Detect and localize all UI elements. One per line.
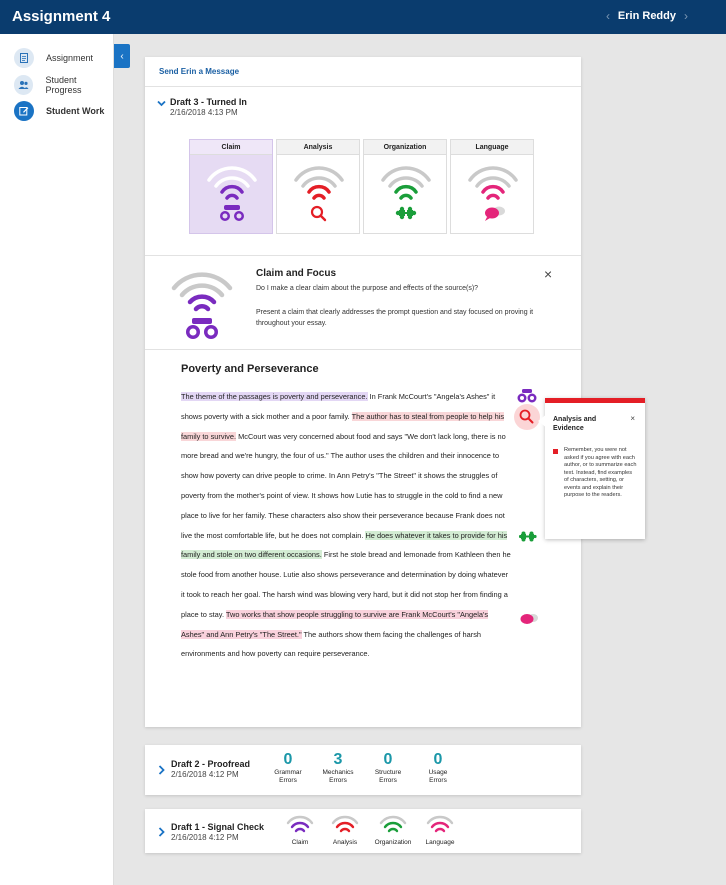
signal-label: Language	[425, 839, 455, 846]
speech-bubble-icon	[485, 206, 505, 221]
stat-label: Mechanics	[322, 769, 354, 776]
focus-question: Do I make a clear claim about the purpos…	[256, 285, 479, 292]
essay-body: The theme of the passages is poverty and…	[181, 387, 511, 664]
draft-title[interactable]: Draft 3 - Turned In	[170, 97, 247, 107]
tile-label: Analysis	[277, 140, 359, 155]
divider	[145, 86, 581, 87]
chevron-right-icon[interactable]	[158, 824, 165, 842]
sidebar-item-student-progress[interactable]: Student Progress	[14, 73, 113, 97]
stat-label: Grammar	[274, 769, 302, 776]
next-student-button[interactable]: ›	[684, 9, 688, 23]
popup-pointer	[538, 414, 547, 428]
collapse-sidebar-button[interactable]: ‹	[114, 44, 130, 68]
tile-organization[interactable]: Organization	[363, 139, 447, 234]
analysis-evidence-popup: Analysis and Evidence × Remember, you we…	[545, 398, 645, 539]
draft-1-card[interactable]: Draft 1 - Signal Check 2/16/2018 4:12 PM…	[145, 809, 581, 853]
analysis-signal-icon	[294, 166, 344, 222]
binoculars-icon[interactable]	[517, 389, 537, 403]
essay-text: First he stole bread and lemonade from K…	[181, 550, 511, 619]
popup-text: Remember, you were not asked if you agre…	[564, 447, 637, 498]
draft-title[interactable]: Draft 1 - Signal Check	[171, 822, 264, 832]
signal-claim: Claim	[278, 814, 322, 846]
student-name[interactable]: Erin Reddy	[618, 10, 676, 22]
usage-errors: 0 Usage Errors	[413, 751, 463, 785]
stat-label: Errors	[329, 777, 347, 784]
close-focus-button[interactable]: ×	[544, 266, 552, 282]
stat-label: Usage	[428, 769, 448, 776]
divider	[145, 255, 581, 256]
tile-label: Language	[451, 140, 533, 155]
top-bar: Assignment 4 ‹ Erin Reddy ›	[0, 0, 726, 34]
stat-value: 0	[383, 751, 393, 768]
essay-title: Poverty and Perseverance	[181, 363, 319, 375]
tile-label: Claim	[190, 140, 272, 155]
sidebar-item-student-work[interactable]: Student Work	[14, 99, 104, 123]
draft-title[interactable]: Draft 2 - Proofread	[171, 759, 250, 769]
signal-organization: Organization	[368, 814, 418, 846]
stat-value: 3	[333, 751, 343, 768]
draft-date: 2/16/2018 4:13 PM	[170, 108, 238, 117]
signal-analysis: Analysis	[323, 814, 367, 846]
people-icon	[14, 75, 34, 95]
stat-label: Errors	[379, 777, 397, 784]
claim-focus-icon	[171, 272, 233, 339]
claim-signal-icon	[207, 166, 257, 221]
signal-label: Claim	[291, 839, 309, 846]
stat-value: 0	[283, 751, 293, 768]
sidebar-item-label: Assignment	[46, 53, 94, 63]
stat-value: 0	[433, 751, 443, 768]
analysis-signal-icon	[331, 815, 359, 833]
claim-highlight[interactable]: The theme of the passages is poverty and…	[181, 392, 368, 401]
speech-bubble-icon[interactable]	[519, 612, 539, 626]
grammar-errors: 0 Grammar Errors	[263, 751, 313, 785]
edit-icon	[14, 101, 34, 121]
stat-label: Structure	[374, 769, 402, 776]
signal-label: Organization	[374, 839, 412, 846]
chevron-down-icon[interactable]	[157, 98, 166, 110]
chevron-right-icon[interactable]	[158, 762, 165, 780]
language-signal-icon	[468, 166, 518, 221]
stat-label: Errors	[429, 777, 447, 784]
signal-label: Analysis	[332, 839, 358, 846]
focus-description: Present a claim that clearly addresses t…	[256, 309, 534, 327]
organization-signal-icon	[379, 815, 407, 833]
puzzle-icon[interactable]	[519, 531, 537, 543]
signal-language: Language	[418, 814, 462, 846]
claim-signal-icon	[286, 815, 314, 833]
organization-signal-icon	[381, 166, 431, 220]
flag-icon	[553, 449, 558, 454]
draft-date: 2/16/2018 4:12 PM	[171, 833, 239, 842]
draft-2-card[interactable]: Draft 2 - Proofread 2/16/2018 4:12 PM 0 …	[145, 745, 581, 795]
send-message-link[interactable]: Send Erin a Message	[159, 67, 239, 76]
sidebar-item-assignment[interactable]: Assignment	[14, 46, 93, 70]
essay-text: McCourt was very concerned about food an…	[181, 431, 506, 540]
sidebar-item-label: Student Progress	[45, 75, 82, 95]
tile-language[interactable]: Language	[450, 139, 534, 234]
draft-date: 2/16/2018 4:12 PM	[171, 770, 239, 779]
focus-title: Claim and Focus	[256, 268, 337, 279]
structure-errors: 0 Structure Errors	[363, 751, 413, 785]
document-icon	[14, 48, 34, 68]
language-signal-icon	[426, 815, 454, 833]
stat-label: Errors	[279, 777, 297, 784]
prev-student-button[interactable]: ‹	[606, 9, 610, 23]
tile-analysis[interactable]: Analysis	[276, 139, 360, 234]
assignment-title: Assignment 4	[12, 8, 111, 25]
binoculars-icon	[220, 205, 244, 221]
popup-title: Analysis and Evidence	[553, 416, 597, 432]
magnifier-icon	[310, 205, 327, 222]
tile-label: Organization	[364, 140, 446, 155]
draft-3-card: Send Erin a Message Draft 3 - Turned In …	[145, 57, 581, 727]
puzzle-icon	[395, 206, 417, 220]
close-popup-button[interactable]: ×	[630, 414, 635, 423]
divider	[145, 349, 581, 350]
mechanics-errors: 3 Mechanics Errors	[313, 751, 363, 785]
sidebar: Assignment Student Progress Student Work	[0, 34, 114, 885]
sidebar-item-label: Student Work	[46, 106, 105, 116]
tile-claim[interactable]: Claim	[189, 139, 273, 234]
